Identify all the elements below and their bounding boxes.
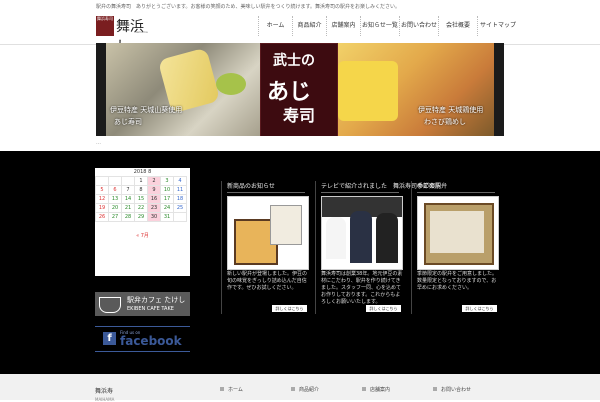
footer-link[interactable]: 商品紹介	[291, 386, 319, 393]
cal-day: 24	[160, 203, 174, 213]
cal-day: 23	[147, 203, 161, 213]
cal-day: 7	[121, 185, 135, 195]
calendar-caption: 2018 8	[133, 169, 152, 175]
cal-day: 4	[173, 176, 187, 186]
nav-item-home[interactable]: ホーム	[258, 16, 292, 36]
card-divider	[227, 192, 305, 193]
cal-day: 28	[121, 212, 135, 222]
cal-day: 18	[173, 194, 187, 204]
card-more-button[interactable]: 詳しくはこちら	[366, 305, 401, 312]
cal-day: 17	[160, 194, 174, 204]
nav-item-news[interactable]: お知らせ一覧	[360, 16, 399, 36]
footer-link[interactable]: お問い合わせ	[433, 386, 471, 393]
cal-day: 30	[147, 212, 161, 222]
cafe-banner-subtitle: EKIBEN CAFE TAKE	[127, 306, 174, 312]
calendar-prev-link[interactable]: « 7月	[95, 232, 190, 239]
hero-title-bushi: 武士の	[273, 53, 315, 69]
cal-day: 2	[147, 176, 161, 186]
breadcrumb-strip: …	[0, 136, 600, 151]
cal-day: 3	[160, 176, 174, 186]
hero-title-board: 武士の あじ 寿司	[260, 43, 338, 136]
news-card: 季節の駅弁 季節限定の駅弁をご用意しました。数量限定となっておりますので、お早め…	[411, 181, 499, 314]
hero-slider[interactable]: 伊豆特産 天城山葵使用 あじ寿司 伊豆特産 天城鶏使用 わさび鶏めし 武士の あ…	[96, 43, 504, 136]
main-nav: ホーム 商品紹介 店舗案内 お知らせ一覧 お問い合わせ 会社概要 サイトマップ	[258, 16, 518, 36]
cal-day: 26	[95, 212, 109, 222]
cal-day: 31	[160, 212, 174, 222]
nav-item-sitemap[interactable]: サイトマップ	[477, 16, 518, 36]
card-more-button[interactable]: 詳しくはこちら	[462, 305, 497, 312]
facebook-banner-label: facebook	[120, 334, 182, 348]
calendar-table: 1 2 3 4 5 6 7 8 9 10 11 12 13 14 15 16 1…	[95, 176, 187, 222]
cal-day: 19	[95, 203, 109, 213]
hero-right-caption-2: わさび鶏めし	[424, 118, 466, 126]
cal-day: 11	[173, 185, 187, 195]
news-card: 新商品のお知らせ 新しい駅弁が登場しました。伊豆の旬の味覚をぎっしり詰め込んだ自…	[221, 181, 309, 314]
cal-day	[108, 176, 122, 186]
coffee-cup-icon	[99, 297, 121, 313]
hero-title-zushi: 寿司	[283, 106, 316, 125]
site-tagline: 駅弁の舞浜寿司 ありがとうございます。お客様の笑顔のため、美味しい駅弁をつくり続…	[96, 4, 401, 10]
cafe-banner-title: 駅弁カフェ たけし	[127, 296, 186, 304]
nav-item-products[interactable]: 商品紹介	[292, 16, 326, 36]
facebook-banner[interactable]: f Find us on facebook	[95, 326, 190, 352]
card-more-button[interactable]: 詳しくはこちら	[272, 305, 307, 312]
cal-day	[95, 176, 109, 186]
cal-day: 10	[160, 185, 174, 195]
cal-day: 25	[173, 203, 187, 213]
cal-day: 29	[134, 212, 148, 222]
card-image-seasonal[interactable]	[417, 196, 499, 270]
cal-day: 1	[134, 176, 148, 186]
cal-day: 15	[134, 194, 148, 204]
card-divider	[417, 192, 495, 193]
hero-left-caption: 伊豆特産 天城山葵使用	[110, 106, 183, 114]
cal-day: 22	[134, 203, 148, 213]
header: 駅弁の舞浜寿司 ありがとうございます。お客様の笑顔のため、美味しい駅弁をつくり続…	[0, 0, 600, 55]
nav-item-contact[interactable]: お問い合わせ	[399, 16, 438, 36]
logo-subtext: Maihama	[134, 30, 148, 34]
cal-day: 6	[108, 185, 122, 195]
card-image-staff[interactable]	[321, 196, 403, 270]
calendar-widget: 2018 8 1 2 3 4 5 6 7 8 9 10 11 12 13 14 …	[95, 168, 190, 276]
news-card: テレビで紹介されました 舞浜寿司のご案内 舞浜寿司は創業38年。地元伊豆の素材に…	[315, 181, 441, 314]
ekiben-cafe-banner[interactable]: 駅弁カフェ たけし EKIBEN CAFE TAKE	[95, 292, 190, 316]
facebook-icon: f	[103, 332, 116, 345]
nav-item-stores[interactable]: 店舗案内	[326, 16, 360, 36]
cal-day: 16	[147, 194, 161, 204]
strip-text: …	[96, 140, 101, 146]
card-divider	[321, 192, 399, 193]
footer-heading: 舞浜寿	[95, 388, 114, 395]
footer: 舞浜寿 MAIHAMA ホーム 商品紹介 店舗案内 お問い合わせ	[0, 374, 600, 402]
cal-day: 13	[108, 194, 122, 204]
cal-day: 9	[147, 185, 161, 195]
card-title[interactable]: 季節の駅弁	[417, 181, 447, 190]
cal-day: 20	[108, 203, 122, 213]
hero-left-caption-2: あじ寿司	[114, 118, 142, 126]
cal-day: 8	[134, 185, 148, 195]
footer-link[interactable]: ホーム	[220, 386, 243, 393]
card-body: 舞浜寿司は創業38年。地元伊豆の素材にこだわり、駅弁を作り続けてきました。スタッ…	[321, 271, 403, 305]
cal-day: 21	[121, 203, 135, 213]
site-logo[interactable]: 舞浜寿司 舞浜し Maihama	[96, 16, 152, 55]
footer-link[interactable]: 店舗案内	[362, 386, 390, 393]
wasabi-garnish	[216, 73, 246, 95]
nav-item-company[interactable]: 会社概要	[438, 16, 477, 36]
cal-day: 5	[95, 185, 109, 195]
cal-day: 27	[108, 212, 122, 222]
cal-day	[121, 176, 135, 186]
card-body: 新しい駅弁が登場しました。伊豆の旬の味覚をぎっしり詰め込んだ自信作です。ぜひお試…	[227, 271, 308, 291]
card-title[interactable]: 新商品のお知らせ	[227, 181, 275, 190]
logo-mark: 舞浜寿司	[96, 16, 114, 36]
egg-topping	[338, 61, 398, 121]
cal-day	[173, 212, 187, 222]
hero-image-tori-meshi	[334, 43, 494, 136]
hero-right-caption: 伊豆特産 天城鶏使用	[418, 106, 484, 114]
ginger-garnish	[157, 47, 221, 114]
cal-day: 14	[121, 194, 135, 204]
card-body: 季節限定の駅弁をご用意しました。数量限定となっておりますので、お早めにお求めくだ…	[417, 271, 498, 291]
cal-day: 12	[95, 194, 109, 204]
card-image-bento[interactable]	[227, 196, 309, 270]
